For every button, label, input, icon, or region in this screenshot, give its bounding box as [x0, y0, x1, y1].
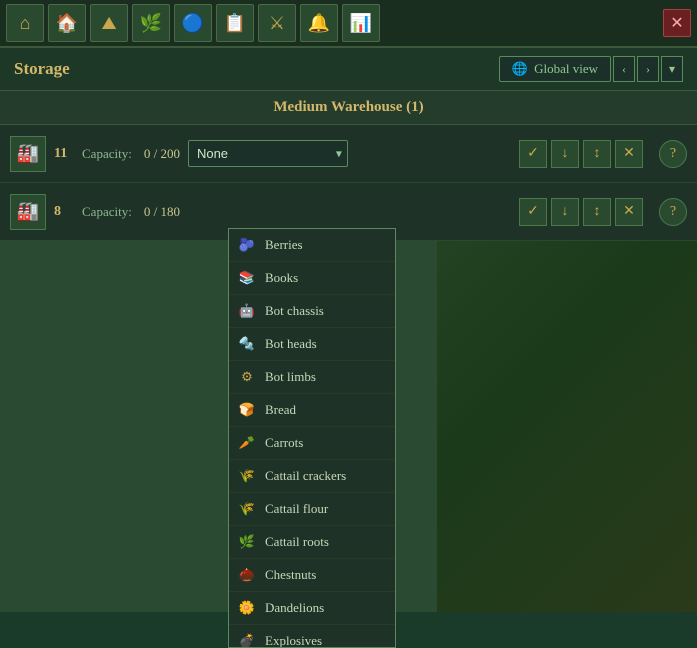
capacity-label-1: Capacity: [82, 146, 132, 162]
action-accept-2[interactable]: ✓ [519, 198, 547, 226]
nav-down-button[interactable]: ▾ [661, 56, 683, 82]
storage-title: Storage [14, 59, 70, 79]
toolbar-icon-4[interactable]: 🔵 [174, 4, 212, 42]
item-icon: 🌿 [237, 532, 257, 552]
item-icon: 🌼 [237, 598, 257, 618]
item-label: Carrots [265, 435, 303, 451]
toolbar-icon-3[interactable]: 🌿 [132, 4, 170, 42]
capacity-label-2: Capacity: [82, 204, 132, 220]
item-label: Bot chassis [265, 303, 324, 319]
globe-icon: 🌐 [512, 61, 528, 77]
nav-next-button[interactable]: › [637, 56, 659, 82]
action-down-1[interactable]: ↓ [551, 140, 579, 168]
toolbar-icon-6[interactable]: ⚔ [258, 4, 296, 42]
dropdown-item[interactable]: 🌾 Cattail crackers [229, 460, 395, 493]
storage-header: Storage 🌐 Global view ‹ › ▾ [0, 48, 697, 91]
toolbar-icon-0[interactable]: ⌂ [6, 4, 44, 42]
nav-prev-button[interactable]: ‹ [613, 56, 635, 82]
dropdown-item[interactable]: 🤖 Bot chassis [229, 295, 395, 328]
help-button-2[interactable]: ? [659, 198, 687, 226]
item-label: Books [265, 270, 298, 286]
filter-dropdown-menu: 🫐 Berries 📚 Books 🤖 Bot chassis 🔩 Bot heads ⚙ Bot… [228, 228, 396, 648]
item-label: Explosives [265, 633, 322, 648]
dropdown-item[interactable]: 💣 Explosives [229, 625, 395, 648]
main-panel: Storage 🌐 Global view ‹ › ▾ Medium Wareh… [0, 48, 697, 612]
toolbar: ⌂ 🏠 ⛰ 🌿 🔵 📋 ⚔ 🔔 📊 ✕ [0, 0, 697, 48]
item-icon: 🌾 [237, 499, 257, 519]
item-label: Dandelions [265, 600, 324, 616]
item-label: Berries [265, 237, 303, 253]
dropdown-item[interactable]: 🌾 Cattail flour [229, 493, 395, 526]
toolbar-icon-2[interactable]: ⛰ [90, 4, 128, 42]
warehouse-count-1: 11 [54, 146, 74, 162]
warehouse-title: Medium Warehouse (1) [0, 91, 697, 125]
item-label: Bot heads [265, 336, 317, 352]
action-down-2[interactable]: ↓ [551, 198, 579, 226]
action-swap-2[interactable]: ↕ [583, 198, 611, 226]
item-icon: 📚 [237, 268, 257, 288]
dropdown-item[interactable]: 🥕 Carrots [229, 427, 395, 460]
toolbar-icon-1[interactable]: 🏠 [48, 4, 86, 42]
action-swap-1[interactable]: ↕ [583, 140, 611, 168]
toolbar-icon-8[interactable]: 📊 [342, 4, 380, 42]
item-icon: 🤖 [237, 301, 257, 321]
capacity-value-1: 0 / 200 [144, 146, 180, 162]
item-label: Cattail flour [265, 501, 328, 517]
global-view-button[interactable]: 🌐 Global view [499, 56, 611, 82]
toolbar-icon-5[interactable]: 📋 [216, 4, 254, 42]
item-icon: 🥕 [237, 433, 257, 453]
warehouse-icon-2: 🏭 [10, 194, 46, 230]
filter-dropdown-1[interactable]: None ▾ [188, 140, 348, 167]
dropdown-item[interactable]: 🫐 Berries [229, 229, 395, 262]
item-label: Bread [265, 402, 296, 418]
item-label: Bot limbs [265, 369, 316, 385]
dropdown-item[interactable]: 🔩 Bot heads [229, 328, 395, 361]
filter-select-1[interactable]: None [188, 140, 348, 167]
dropdown-item[interactable]: 🌿 Cattail roots [229, 526, 395, 559]
item-icon: 🍞 [237, 400, 257, 420]
item-icon: 🫐 [237, 235, 257, 255]
warehouse-row-1: 🏭 11 Capacity: 0 / 200 None ▾ ✓ ↓ ↕ ✕ ? [0, 125, 697, 183]
warehouse-count-2: 8 [54, 204, 74, 220]
item-icon: ⚙ [237, 367, 257, 387]
global-view-label: Global view [534, 61, 598, 77]
action-accept-1[interactable]: ✓ [519, 140, 547, 168]
help-button-1[interactable]: ? [659, 140, 687, 168]
dropdown-item[interactable]: 🍞 Bread [229, 394, 395, 427]
item-label: Cattail crackers [265, 468, 346, 484]
item-icon: 🌰 [237, 565, 257, 585]
dropdown-item[interactable]: 📚 Books [229, 262, 395, 295]
warehouse-icon-1: 🏭 [10, 136, 46, 172]
dropdown-item[interactable]: ⚙ Bot limbs [229, 361, 395, 394]
item-label: Chestnuts [265, 567, 316, 583]
item-label: Cattail roots [265, 534, 329, 550]
close-button[interactable]: ✕ [663, 9, 691, 37]
dropdown-item[interactable]: 🌰 Chestnuts [229, 559, 395, 592]
action-icons-1: ✓ ↓ ↕ ✕ [519, 140, 643, 168]
action-icons-2: ✓ ↓ ↕ ✕ [519, 198, 643, 226]
capacity-value-2: 0 / 180 [144, 204, 180, 220]
toolbar-icon-7[interactable]: 🔔 [300, 4, 338, 42]
action-clear-1[interactable]: ✕ [615, 140, 643, 168]
item-icon: 🔩 [237, 334, 257, 354]
item-icon: 💣 [237, 631, 257, 648]
dropdown-item[interactable]: 🌼 Dandelions [229, 592, 395, 625]
item-icon: 🌾 [237, 466, 257, 486]
action-clear-2[interactable]: ✕ [615, 198, 643, 226]
